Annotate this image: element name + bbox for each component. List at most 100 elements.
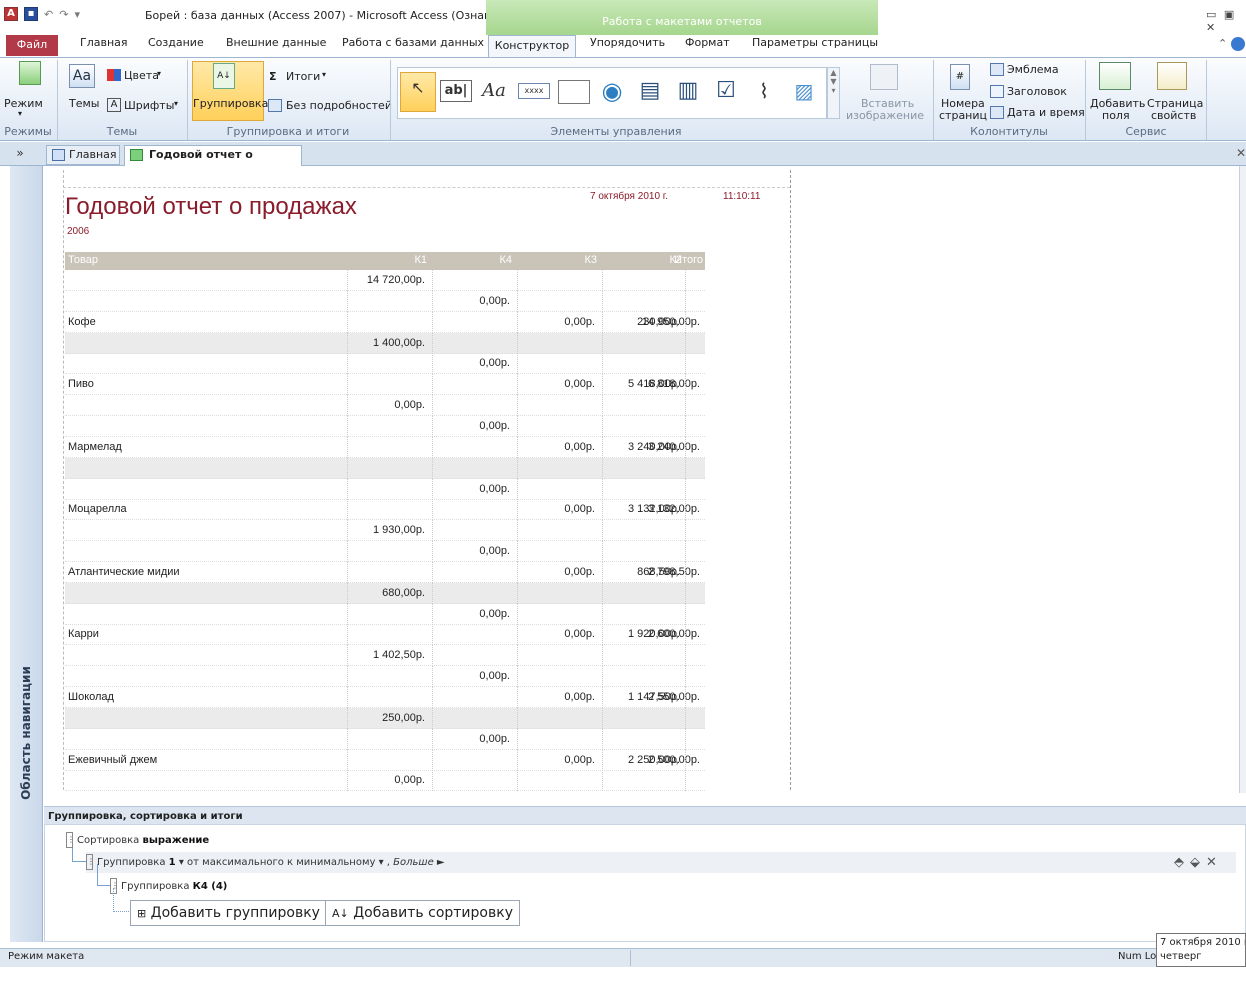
help-icon[interactable] — [1230, 37, 1245, 51]
move-up-icon[interactable]: ⬘ — [1174, 855, 1190, 870]
add-fields-icon[interactable] — [1099, 62, 1131, 90]
cell-k4[interactable]: 0,00р. — [432, 357, 510, 369]
cell-product[interactable]: Кофе — [68, 316, 96, 328]
table-row[interactable]: Карри 0,00р. 1 920,00р. 2 600,00р. — [65, 624, 705, 646]
column-header-k4[interactable]: К4 — [432, 254, 512, 266]
table-row[interactable]: 14 720,00р. — [65, 270, 705, 291]
drag-handle-icon[interactable]: ⋮ — [66, 832, 75, 848]
group1-field[interactable]: 1 — [169, 857, 176, 868]
cell-product[interactable]: Мармелад — [68, 441, 122, 453]
save-icon[interactable]: ▪ — [24, 7, 38, 21]
attachment-control-icon[interactable]: ⌇ — [748, 76, 780, 106]
title-button[interactable]: Заголовок — [1007, 85, 1067, 98]
navigation-control-icon[interactable]: ▤ — [634, 76, 666, 106]
add-fields-label-2[interactable]: поля — [1102, 109, 1130, 122]
table-row[interactable]: 0,00р. — [65, 603, 705, 625]
fonts-button[interactable]: Шрифты — [124, 99, 174, 112]
cell-k3[interactable]: 0,00р. — [517, 316, 595, 328]
report-vertical-scrollbar[interactable] — [1239, 166, 1246, 793]
table-row[interactable]: 0,00р. — [65, 353, 705, 375]
report-time[interactable]: 11:10:11 — [723, 191, 760, 202]
cell-total[interactable]: 2 798,50р. — [625, 566, 700, 578]
navigation-pane[interactable]: Область навигации — [10, 166, 43, 942]
themes-icon[interactable]: Aa — [69, 64, 95, 88]
group-level-1-row[interactable]: ⋮ Группировка 1 ▾ от максимального к мини… — [86, 854, 445, 870]
date-time-button[interactable]: Дата и время — [1007, 106, 1085, 119]
tab-create[interactable]: Создание — [148, 36, 204, 49]
cell-k1[interactable]: 14 720,00р. — [347, 274, 425, 286]
cell-k1[interactable]: 1 930,00р. — [347, 524, 425, 536]
cell-k4[interactable]: 0,00р. — [432, 420, 510, 432]
table-row[interactable]: 250,00р. — [65, 707, 705, 729]
view-mode-button[interactable]: Режим — [4, 97, 43, 110]
chevron-down-icon[interactable]: ▾ — [379, 857, 384, 868]
cell-k4[interactable]: 0,00р. — [432, 545, 510, 557]
tab-design[interactable]: Конструктор — [488, 35, 576, 58]
image-control-icon[interactable]: ▨ — [788, 76, 820, 106]
sort-field[interactable]: выражение — [143, 835, 210, 846]
cell-k1[interactable]: 0,00р. — [347, 774, 425, 786]
window-controls[interactable]: ▭ ▣ ✕ — [1206, 8, 1246, 34]
tab-database-tools[interactable]: Работа с базами данных — [342, 36, 484, 49]
colors-button[interactable]: Цвета — [124, 69, 159, 82]
tab-home[interactable]: Главная — [80, 36, 128, 49]
logo-button[interactable]: Эмблема — [1007, 63, 1059, 76]
cell-product[interactable]: Карри — [68, 628, 99, 640]
cell-k1[interactable]: 1 402,50р. — [347, 649, 425, 661]
cell-product[interactable]: Моцарелла — [68, 503, 127, 515]
cell-k3[interactable]: 0,00р. — [517, 691, 595, 703]
add-group-button[interactable]: ⊞ Добавить группировку — [130, 900, 327, 926]
cell-total[interactable]: 2 600,00р. — [625, 628, 700, 640]
table-row[interactable]: 1 400,00р. — [65, 332, 705, 354]
group-level-2-row[interactable]: ⋮ Группировка К4 (4) — [110, 878, 227, 894]
table-row[interactable]: 0,00р. — [65, 415, 705, 437]
table-row[interactable]: Мармелад 0,00р. 3 240,00р. 3 240,00р. — [65, 436, 705, 458]
report-year[interactable]: 2006 — [67, 226, 89, 237]
group1-more-link[interactable]: Больше ► — [393, 857, 444, 868]
cell-k3[interactable]: 0,00р. — [517, 441, 595, 453]
table-row[interactable]: 0,00р. — [65, 666, 705, 688]
label-control-icon[interactable]: Aa — [478, 76, 510, 106]
cell-total[interactable]: 3 240,00р. — [625, 441, 700, 453]
page-numbers-label-2[interactable]: страниц — [939, 109, 987, 122]
table-row[interactable]: 0,00р. — [65, 770, 705, 792]
cell-k3[interactable]: 0,00р. — [517, 628, 595, 640]
tab-format[interactable]: Формат — [685, 36, 730, 49]
cell-k4[interactable]: 0,00р. — [432, 733, 510, 745]
table-row[interactable]: 0,00р. — [65, 290, 705, 312]
column-header-total[interactable]: Итого — [655, 254, 703, 266]
cell-k4[interactable]: 0,00р. — [432, 608, 510, 620]
drag-handle-icon[interactable]: ⋮ — [86, 854, 95, 870]
hide-details-button[interactable]: Без подробностей — [286, 99, 392, 112]
cell-product[interactable]: Ежевичный джем — [68, 754, 157, 766]
cell-total[interactable]: 2 500,00р. — [625, 754, 700, 766]
help-area[interactable]: ⌃ — [1218, 37, 1245, 51]
table-row[interactable]: 0,00р. — [65, 395, 705, 417]
gallery-scroll[interactable]: ▲ ▼ ▾ — [827, 67, 840, 119]
cell-total[interactable]: 2 550,00р. — [625, 691, 700, 703]
tab-file[interactable]: Файл — [6, 35, 58, 56]
tab-control-icon[interactable] — [558, 80, 590, 104]
cell-k3[interactable]: 0,00р. — [517, 754, 595, 766]
property-sheet-icon[interactable] — [1157, 62, 1187, 90]
cell-k4[interactable]: 0,00р. — [432, 670, 510, 682]
access-icon[interactable]: A — [4, 7, 18, 21]
view-mode-icon[interactable] — [19, 61, 41, 85]
add-sort-button[interactable]: A↓ Добавить сортировку — [325, 900, 520, 926]
doc-tab-report[interactable]: Годовой отчет о продажах — [124, 145, 302, 179]
hyperlink-control-icon[interactable]: ◉ — [596, 76, 628, 106]
tab-external-data[interactable]: Внешние данные — [226, 36, 326, 49]
cell-k1[interactable]: 680,00р. — [347, 587, 425, 599]
button-control-icon[interactable]: xxxx — [518, 83, 550, 99]
cell-total[interactable]: 3 132,00р. — [625, 503, 700, 515]
table-row[interactable]: 0,00р. — [65, 728, 705, 750]
chevron-down-icon[interactable]: ▾ — [179, 857, 184, 868]
totals-button[interactable]: Итоги — [286, 70, 320, 83]
group1-order[interactable]: от максимального к минимальному — [187, 857, 375, 868]
close-icon[interactable]: ✕ — [1236, 146, 1246, 160]
table-row[interactable]: 0,00р. — [65, 541, 705, 563]
table-row[interactable] — [65, 457, 705, 479]
table-row[interactable]: 1 930,00р. — [65, 520, 705, 542]
report-title[interactable]: Годовой отчет о продажах — [65, 193, 357, 221]
cell-total[interactable]: 6 818,00р. — [625, 378, 700, 390]
